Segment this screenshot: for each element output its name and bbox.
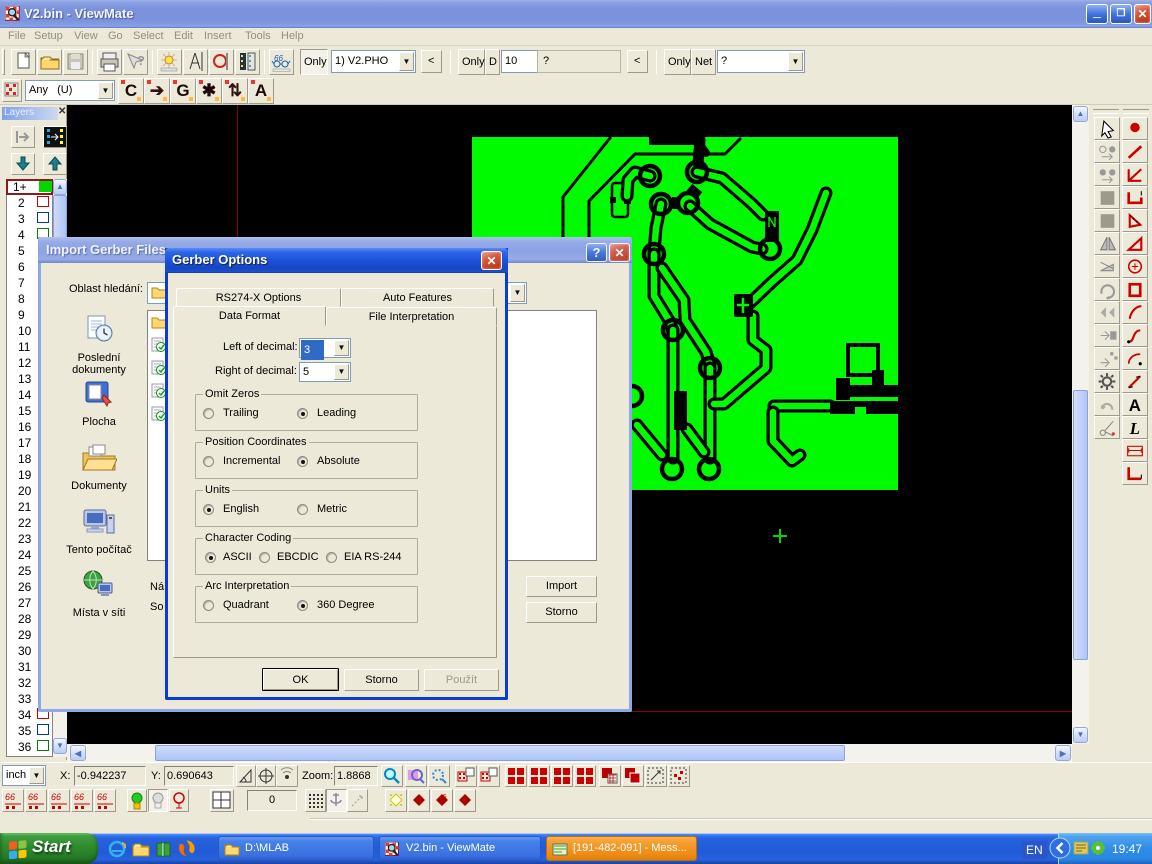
svg-text:66: 66 (97, 792, 107, 802)
svg-text:66: 66 (5, 792, 15, 802)
svg-text:66: 66 (51, 792, 61, 802)
svg-text:66: 66 (274, 54, 283, 63)
svg-text:66: 66 (28, 792, 38, 802)
svg-text:?: ? (137, 53, 145, 68)
svg-text:L: L (1129, 419, 1140, 438)
svg-text:A: A (1129, 396, 1141, 415)
svg-text:s: s (443, 793, 447, 800)
svg-text:66: 66 (74, 792, 84, 802)
